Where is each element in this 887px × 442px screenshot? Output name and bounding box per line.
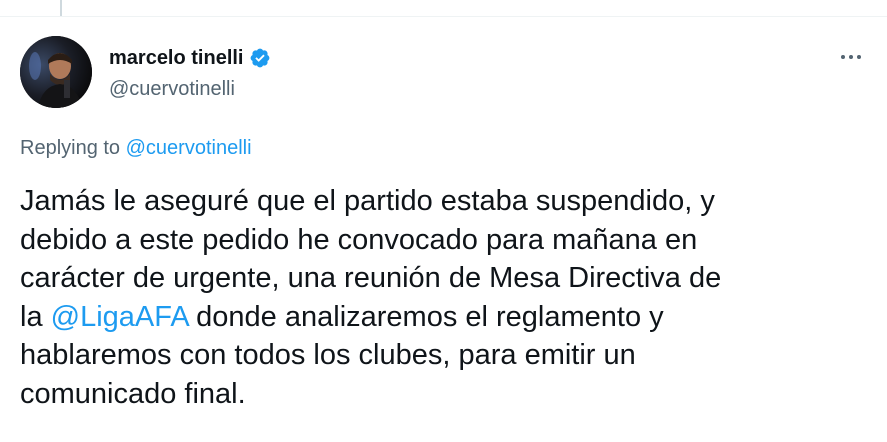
more-options-button[interactable] — [834, 46, 868, 68]
tweet-mention-link[interactable]: @LigaAFA — [51, 301, 188, 333]
more-dots-icon — [841, 55, 845, 59]
replying-prefix: Replying to — [20, 137, 126, 159]
verified-badge-icon — [250, 48, 269, 68]
more-dots-icon — [849, 55, 853, 59]
avatar-image — [20, 36, 92, 108]
author-handle[interactable]: @cuervotinelli — [109, 78, 271, 101]
replying-mention-link[interactable]: @cuervotinelli — [126, 137, 252, 159]
avatar[interactable] — [20, 36, 92, 108]
author-block: marcelo tinelli @cuervotinelli — [109, 44, 271, 101]
replying-to: Replying to @cuervotinelli — [20, 137, 252, 160]
tweet-text: Jamás le aseguré que el partido estaba s… — [20, 182, 870, 413]
author-name-row: marcelo tinelli — [109, 44, 271, 72]
thread-line — [60, 0, 62, 16]
more-dots-icon — [857, 55, 861, 59]
top-divider — [0, 16, 887, 17]
display-name[interactable]: marcelo tinelli — [109, 47, 244, 70]
